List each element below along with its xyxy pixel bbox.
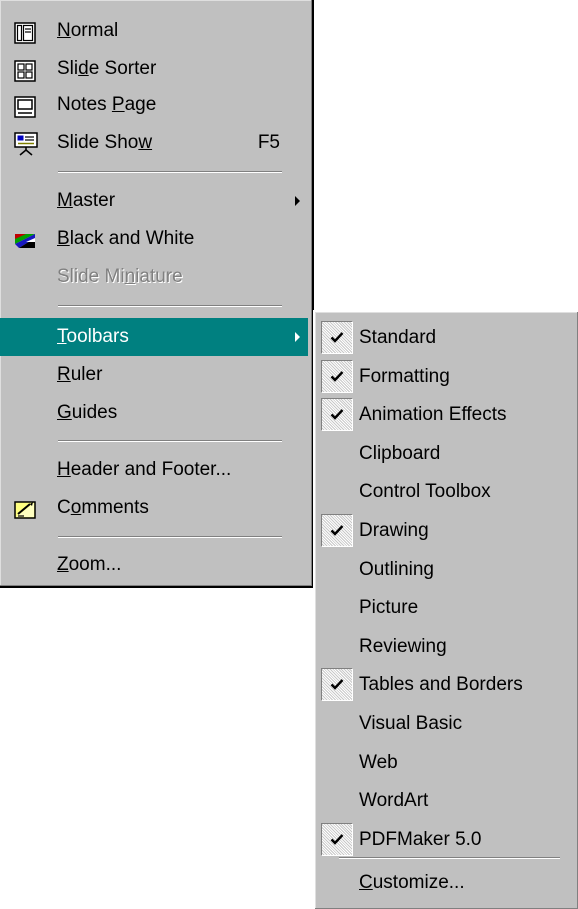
toolbar-toggle-wordart[interactable]: WordArt	[317, 782, 578, 820]
black-and-white-icon	[14, 228, 36, 250]
menu-item-label: Clipboard	[359, 442, 441, 464]
notes-page-icon	[14, 94, 36, 118]
check-icon	[321, 321, 353, 354]
slide-sorter-icon	[14, 58, 36, 82]
menu-item-zoom[interactable]: Zoom...	[0, 546, 308, 584]
menu-item-label: Slide Miniature	[57, 266, 183, 287]
menu-item-label: Visual Basic	[359, 713, 463, 734]
menu-item-label: Reviewing	[359, 635, 447, 657]
toolbar-toggle-tables-and-borders[interactable]: Tables and Borders	[317, 666, 578, 704]
normal-view-icon	[14, 20, 36, 44]
menu-item-label: Outlining	[359, 558, 434, 580]
view-menu: Normal Slide Sorter Notes Page Slide Sho…	[0, 0, 314, 588]
menu-item-slide-miniature[interactable]: Slide Miniature	[0, 258, 308, 296]
toolbar-toggle-web[interactable]: Web	[317, 744, 578, 782]
menu-item-label: Animation Effects	[359, 404, 507, 426]
menu-item-normal[interactable]: Normal	[0, 12, 308, 50]
menu-item-label: Customize...	[359, 872, 465, 893]
menu-item-black-and-white[interactable]: Black and White	[0, 220, 308, 258]
menu-item-label: Picture	[359, 597, 419, 619]
slide-show-icon	[14, 132, 38, 156]
menu-item-header-and-footer[interactable]: Header and Footer...	[0, 451, 308, 489]
menu-item-label: Control Toolbox	[359, 481, 491, 503]
menu-separator	[58, 305, 282, 307]
menu-item-label: Web	[359, 751, 398, 773]
check-icon	[321, 359, 353, 393]
menu-item-label: Tables and Borders	[359, 674, 523, 696]
menu-item-label: Slide Sorter	[57, 58, 157, 79]
menu-item-label: Zoom...	[57, 554, 122, 575]
menu-item-slide-show[interactable]: Slide Show F5	[0, 124, 308, 162]
toolbar-toggle-pdfmaker-5-0[interactable]: PDFMaker 5.0	[317, 821, 578, 859]
menu-item-label: Master	[57, 190, 116, 211]
menu-item-label: Comments	[57, 497, 149, 518]
menu-item-comments[interactable]: Comments	[0, 489, 308, 527]
check-icon	[321, 668, 353, 702]
toolbar-toggle-drawing[interactable]: Drawing	[317, 512, 578, 550]
check-icon	[321, 398, 353, 432]
toolbar-toggle-formatting[interactable]: Formatting	[317, 358, 578, 396]
submenu-arrow-icon	[295, 332, 300, 342]
menu-item-label: Formatting	[359, 365, 450, 387]
menu-item-label: PDFMaker 5.0	[359, 828, 482, 850]
shortcut-label: F5	[257, 132, 280, 153]
menu-item-label: WordArt	[359, 790, 429, 812]
toolbar-toggle-control-toolbox[interactable]: Control Toolbox	[317, 473, 578, 511]
menu-item-notes-page[interactable]: Notes Page	[0, 86, 308, 124]
menu-item-slide-sorter[interactable]: Slide Sorter	[0, 50, 308, 88]
menu-item-label: Normal	[57, 20, 119, 41]
toolbar-toggle-animation-effects[interactable]: Animation Effects	[317, 396, 578, 434]
submenu-arrow-icon	[295, 196, 300, 206]
menu-item-label: Standard	[359, 327, 437, 348]
toolbar-toggle-standard[interactable]: Standard	[317, 319, 578, 357]
menu-item-label: Header and Footer...	[57, 459, 232, 480]
menu-separator	[58, 440, 282, 442]
menu-item-toolbars[interactable]: Toolbars	[0, 318, 308, 356]
menu-item-label: Drawing	[359, 520, 429, 541]
check-icon	[321, 514, 353, 547]
menu-item-label: Toolbars	[57, 326, 129, 347]
toolbar-toggle-visual-basic[interactable]: Visual Basic	[317, 705, 578, 743]
toolbar-toggle-clipboard[interactable]: Clipboard	[317, 435, 578, 473]
menu-separator	[339, 857, 560, 859]
toolbars-submenu: Standard Formatting Animation Effects Clipb…	[313, 310, 578, 909]
toolbar-toggle-reviewing[interactable]: Reviewing	[317, 628, 578, 666]
toolbar-toggle-outlining[interactable]: Outlining	[317, 551, 578, 589]
menu-item-label: Guides	[57, 402, 118, 423]
menu-item-label: Notes Page	[57, 94, 157, 115]
menu-item-label: Black and White	[57, 228, 195, 249]
menu-item-customize[interactable]: Customize...	[317, 864, 578, 902]
menu-item-label: Ruler	[57, 364, 103, 385]
check-icon	[321, 822, 353, 856]
menu-item-master[interactable]: Master	[0, 182, 308, 220]
menu-item-label: Slide Show	[57, 132, 153, 153]
menu-separator	[58, 171, 282, 173]
menu-item-ruler[interactable]: Ruler	[0, 356, 308, 394]
toolbar-toggle-picture[interactable]: Picture	[317, 589, 578, 627]
comments-icon	[14, 497, 36, 519]
menu-item-guides[interactable]: Guides	[0, 394, 308, 432]
menu-separator	[58, 536, 282, 538]
